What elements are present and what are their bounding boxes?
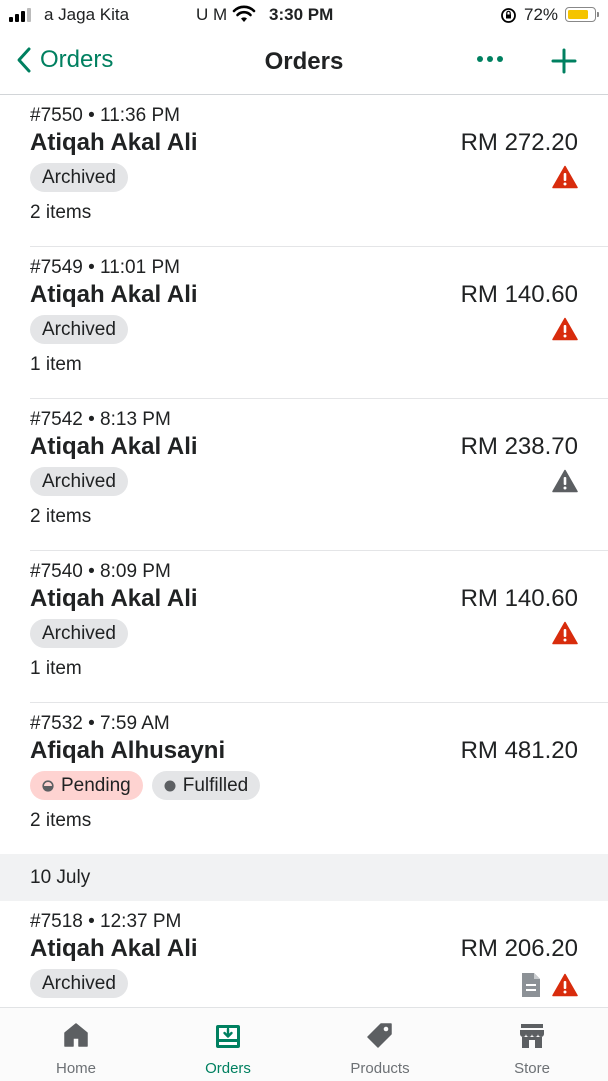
order-item-count: 2 items [30, 506, 92, 527]
tab-home-label: Home [55, 1060, 96, 1077]
order-total: RM 140.60 [460, 281, 578, 308]
order-badges: Archived [30, 969, 128, 998]
date-section-header: 10 July [0, 854, 608, 901]
half-circle-icon [42, 779, 54, 792]
order-row[interactable]: #7540 • 8:09 PM Atiqah Akal Ali RM 140.6… [30, 551, 608, 703]
order-alerts [552, 165, 578, 189]
tag-icon [367, 1023, 392, 1048]
page-title: Orders [264, 48, 344, 75]
warning-icon [552, 165, 578, 189]
order-item-count: 2 items [30, 810, 92, 831]
carrier-name: a Jaga Kita [44, 5, 130, 24]
status-badge: Archived [30, 969, 128, 998]
tab-orders-label: Orders [205, 1060, 251, 1077]
order-total: RM 481.20 [460, 737, 578, 764]
status-badge: Archived [30, 315, 128, 344]
order-customer: Atiqah Akal Ali [30, 281, 198, 308]
filled-circle-icon [164, 780, 176, 791]
fulfilled-badge: Fulfilled [151, 771, 261, 800]
pending-badge: Pending [30, 771, 143, 800]
battery-percent: 72% [524, 5, 559, 24]
order-alerts [552, 317, 578, 341]
order-meta: #7549 • 11:01 PM [30, 257, 180, 278]
order-badges: Archived [30, 163, 128, 192]
order-meta: #7542 • 8:13 PM [30, 409, 171, 430]
warning-icon [552, 973, 578, 997]
status-badge: Archived [30, 163, 128, 192]
plus-icon[interactable] [550, 47, 578, 75]
order-customer: Afiqah Alhusayni [30, 737, 226, 764]
order-meta: #7550 • 11:36 PM [30, 105, 180, 126]
status-time: 3:30 PM [269, 5, 334, 24]
warning-icon [552, 317, 578, 341]
fulfilled-badge-label: Fulfilled [182, 775, 249, 796]
wifi-icon [232, 5, 256, 22]
order-row[interactable]: #7542 • 8:13 PM Atiqah Akal Ali RM 238.7… [30, 399, 608, 551]
order-alerts [552, 469, 578, 493]
order-row[interactable]: #7550 • 11:36 PM Atiqah Akal Ali RM 272.… [30, 95, 608, 247]
order-meta: #7532 • 7:59 AM [30, 713, 170, 734]
signal-icon [9, 8, 31, 22]
orientation-lock-icon [501, 8, 516, 23]
orders-list: #7550 • 11:36 PM Atiqah Akal Ali RM 272.… [0, 95, 608, 1052]
order-total: RM 238.70 [460, 433, 578, 460]
order-item-count: 2 items [30, 202, 92, 223]
order-total: RM 140.60 [460, 585, 578, 612]
pending-badge-label: Pending [61, 775, 131, 796]
order-badges: Archived [30, 315, 128, 344]
tab-orders[interactable]: Orders [152, 1008, 304, 1081]
battery-icon [565, 7, 599, 22]
tab-store[interactable]: Store [456, 1008, 608, 1081]
orders-inbox-icon [216, 1025, 240, 1048]
tab-products-label: Products [350, 1060, 410, 1077]
note-icon [522, 973, 540, 997]
order-total: RM 272.20 [460, 129, 578, 156]
order-customer: Atiqah Akal Ali [30, 433, 198, 460]
order-item-count: 1 item [30, 354, 82, 375]
order-customer: Atiqah Akal Ali [30, 935, 198, 962]
order-customer: Atiqah Akal Ali [30, 585, 198, 612]
status-bar: a Jaga Kita U M 3:30 PM 72% [0, 0, 608, 32]
status-badge: Archived [30, 619, 128, 648]
warning-icon [552, 469, 578, 493]
order-meta: #7540 • 8:09 PM [30, 561, 171, 582]
warning-icon [552, 621, 578, 645]
order-badges: Archived [30, 619, 128, 648]
order-badges: Pending Fulfilled [30, 771, 261, 800]
order-customer: Atiqah Akal Ali [30, 129, 198, 156]
status-badge: Archived [30, 467, 128, 496]
order-meta: #7518 • 12:37 PM [30, 911, 182, 932]
order-alerts [520, 971, 578, 999]
tab-products[interactable]: Products [304, 1008, 456, 1081]
order-total: RM 206.20 [460, 935, 578, 962]
store-icon [520, 1024, 544, 1048]
order-row[interactable]: #7532 • 7:59 AM Afiqah Alhusayni RM 481.… [30, 703, 608, 854]
home-icon [64, 1023, 88, 1047]
carrier-extra: U M [196, 5, 228, 24]
tab-store-label: Store [514, 1060, 550, 1077]
order-badges: Archived [30, 467, 128, 496]
order-item-count: 1 item [30, 658, 82, 679]
order-row[interactable]: #7549 • 11:01 PM Atiqah Akal Ali RM 140.… [30, 247, 608, 399]
more-dots-icon[interactable] [476, 54, 504, 64]
nav-bar: Orders Orders [0, 32, 608, 95]
tab-home[interactable]: Home [0, 1008, 152, 1081]
tab-bar: Home Orders Products Store [0, 1007, 608, 1081]
order-alerts [552, 621, 578, 645]
